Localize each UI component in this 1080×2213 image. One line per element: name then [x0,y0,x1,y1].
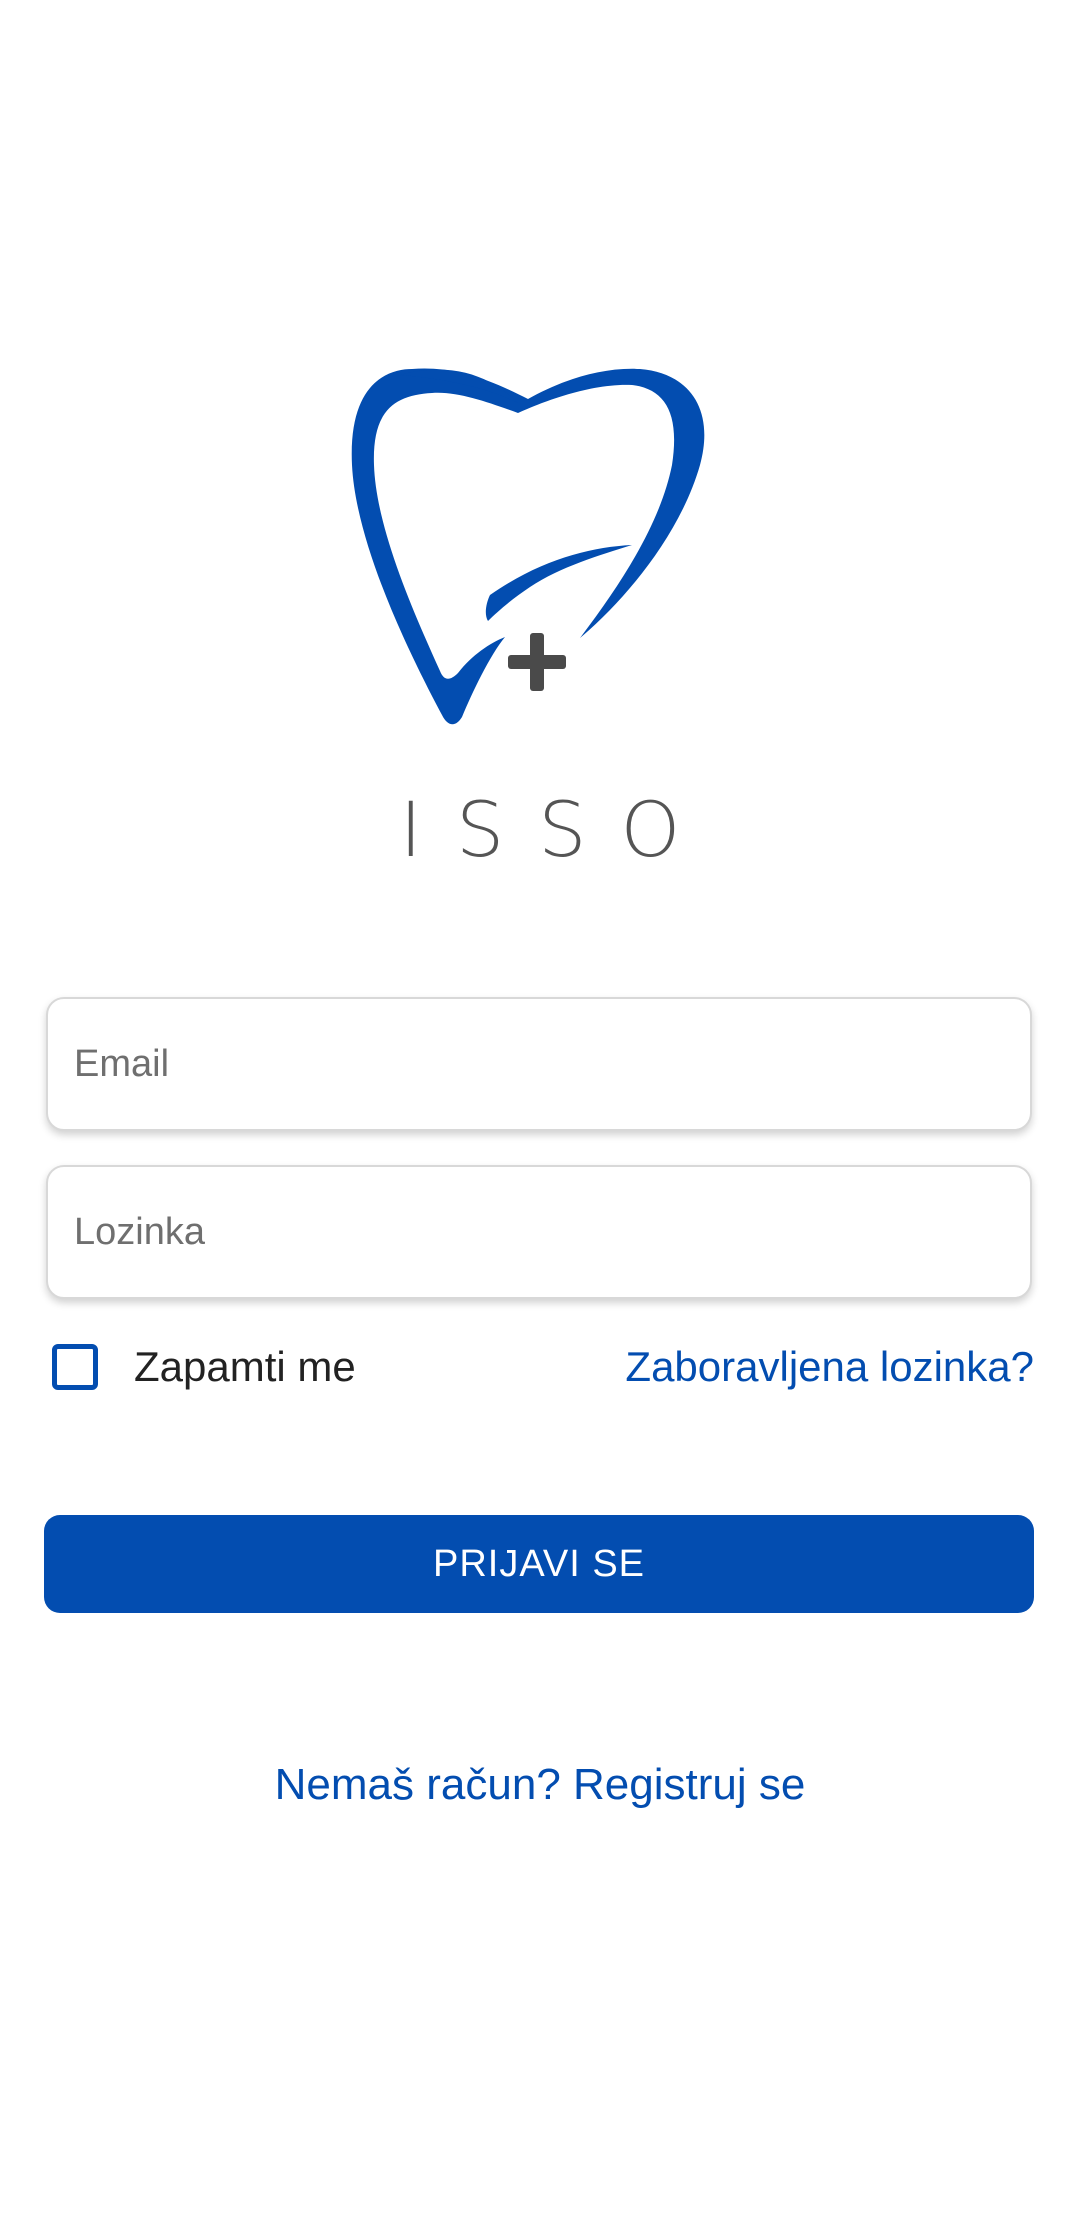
forgot-password-link[interactable]: Zaboravljena lozinka? [625,1335,1034,1399]
email-field[interactable] [46,997,1032,1131]
remember-me-label: Zapamti me [134,1343,356,1390]
login-button[interactable]: PRIJAVI SE [44,1515,1034,1613]
password-input[interactable] [48,1167,1030,1297]
password-field[interactable] [46,1165,1032,1299]
register-link[interactable]: Nemaš račun? Registruj se [0,1755,1080,1815]
tooth-plus-icon [351,368,705,725]
app-logo [340,355,740,755]
remember-me-checkbox[interactable] [52,1344,98,1390]
brand-name: ISSO [399,785,715,874]
remember-me[interactable]: Zapamti me [52,1335,356,1399]
email-input[interactable] [48,999,1030,1129]
